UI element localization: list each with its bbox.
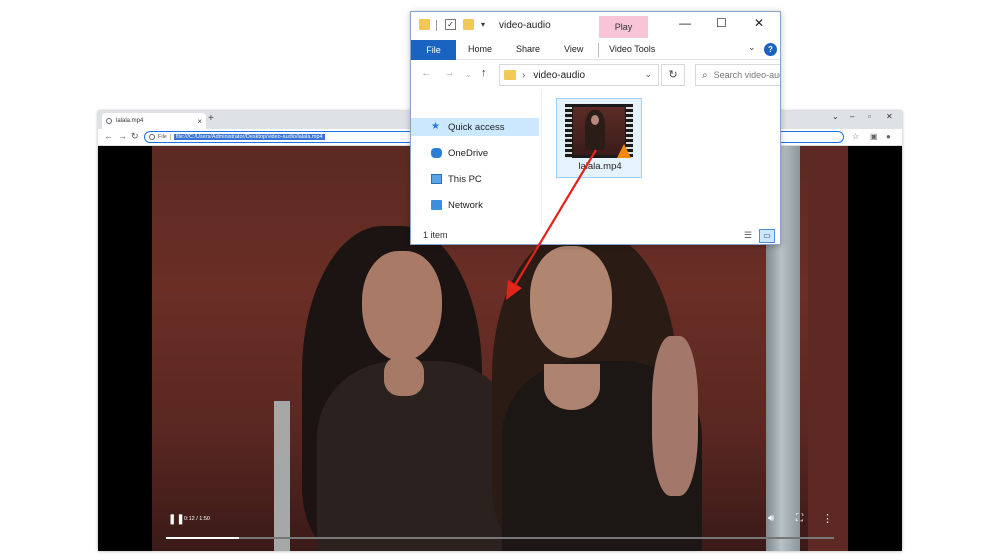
tab-play[interactable]: Play [599,16,648,38]
tab-share[interactable]: Share [516,44,540,54]
minimize-icon[interactable]: – [850,112,854,121]
search-input[interactable]: ⌕ Search video-audio [695,64,780,86]
nav-item-label: Quick access [448,121,505,133]
file-name: lalala.mp4 [578,161,622,172]
network-icon [431,200,442,210]
forward-icon[interactable]: → [444,67,455,79]
browser-tab[interactable]: lalala.mp4 × [102,113,206,129]
navigation-pane: ★ Quick access OneDrive This PC Network [411,90,541,226]
url-text[interactable]: file:///C:/Users/Administrator/Desktop/v… [173,134,325,140]
reload-icon[interactable]: ↻ [131,131,139,142]
window-title: video-audio [499,20,551,31]
tab-file[interactable]: File [411,40,456,60]
folder-icon [504,70,516,80]
video-progress [166,537,240,539]
globe-icon [106,118,112,124]
bookmark-star-icon[interactable]: ☆ [852,132,859,141]
thumbnail-face [591,115,599,125]
path-bar[interactable]: › video-audio ⌄ [499,64,659,86]
person-left-face [362,251,442,361]
search-icon: ⌕ [702,69,708,81]
properties-icon[interactable]: ✓ [445,19,456,30]
tab-title: lalala.mp4 [116,118,144,124]
nav-item-this-pc[interactable]: This PC [411,170,539,188]
computer-icon [431,174,442,184]
expand-ribbon-icon[interactable]: ⌄ [748,42,756,53]
nav-item-network[interactable]: Network [411,196,539,214]
chevron-down-icon[interactable]: ⌄ [644,69,652,80]
explorer-titlebar: ✓ ▾ video-audio Play — ☐ ✕ [411,12,780,40]
ribbon-separator [598,43,599,57]
new-folder-icon[interactable] [463,19,474,30]
scheme-label: File [158,134,171,140]
volume-icon[interactable]: 🔊︎ [768,513,774,524]
video-scene-wall [808,146,848,551]
title-separator [436,20,437,31]
video-controls: ❚❚ 0:12 / 1:50 🔊︎ ⛶ ⋮ [98,506,902,551]
tab-view[interactable]: View [564,44,583,54]
nav-item-label: OneDrive [448,147,489,159]
recent-dropdown-icon[interactable]: ⌄ [465,70,472,79]
back-icon[interactable]: ← [421,67,432,79]
path-text: video-audio [533,69,586,81]
vlc-icon [617,144,631,158]
more-options-icon[interactable]: ⋮ [822,512,833,525]
refresh-button[interactable]: ↻ [661,64,685,86]
explorer-window: ✓ ▾ video-audio Play — ☐ ✕ File Home Sha… [410,11,781,245]
folder-icon [419,19,430,30]
extension-icon[interactable]: ▣ [870,132,878,141]
nav-item-label: Network [448,199,483,211]
info-icon[interactable] [149,134,155,140]
tab-home[interactable]: Home [468,44,492,54]
star-icon: ★ [431,121,440,132]
nav-item-onedrive[interactable]: OneDrive [411,144,539,162]
item-count: 1 item [423,230,448,240]
status-bar: 1 item ☰ ▭ [411,226,780,244]
ribbon-tabs: File Home Share View Video Tools ⌄ ? [411,40,780,60]
help-icon[interactable]: ? [764,43,777,56]
new-tab-button[interactable]: + [208,113,214,124]
cloud-icon [431,148,442,158]
close-icon[interactable]: ✕ [754,16,764,30]
maximize-icon[interactable]: ☐ [716,16,727,30]
nav-item-quick-access[interactable]: ★ Quick access [411,118,539,136]
video-time: 0:12 / 1:50 [184,516,210,522]
tab-search-icon[interactable]: ⌄ [832,112,839,121]
person-right-face [530,246,612,358]
video-seek-bar[interactable] [166,537,834,539]
person-left-shoulder [384,356,424,396]
address-row: ← → ⌄ ↑ › video-audio ⌄ ↻ ⌕ Search video… [411,61,780,89]
search-placeholder: Search video-audio [713,70,780,80]
file-list: lalala.mp4 [542,90,780,226]
nav-item-label: This PC [448,173,482,185]
profile-icon[interactable]: ● [886,132,891,141]
tab-close-icon[interactable]: × [197,117,202,126]
back-icon[interactable]: ← [104,131,113,141]
file-item[interactable]: lalala.mp4 [556,98,642,178]
close-icon[interactable]: ✕ [886,112,893,121]
restore-icon[interactable]: ▫ [868,112,871,121]
large-icons-view-icon[interactable]: ▭ [759,229,775,243]
minimize-icon[interactable]: — [679,16,691,30]
details-view-icon[interactable]: ☰ [741,229,755,242]
chevron-right-icon[interactable]: › [522,70,525,81]
person-right-chest [544,364,600,410]
forward-icon[interactable]: → [118,131,127,141]
customize-dropdown-icon[interactable]: ▾ [481,20,485,29]
person-right-arm [652,336,698,496]
pause-icon[interactable]: ❚❚ [168,514,185,525]
fullscreen-icon[interactable]: ⛶ [796,513,803,524]
tab-video-tools[interactable]: Video Tools [609,44,655,54]
up-icon[interactable]: ↑ [481,67,487,79]
film-strip-left [565,104,572,158]
